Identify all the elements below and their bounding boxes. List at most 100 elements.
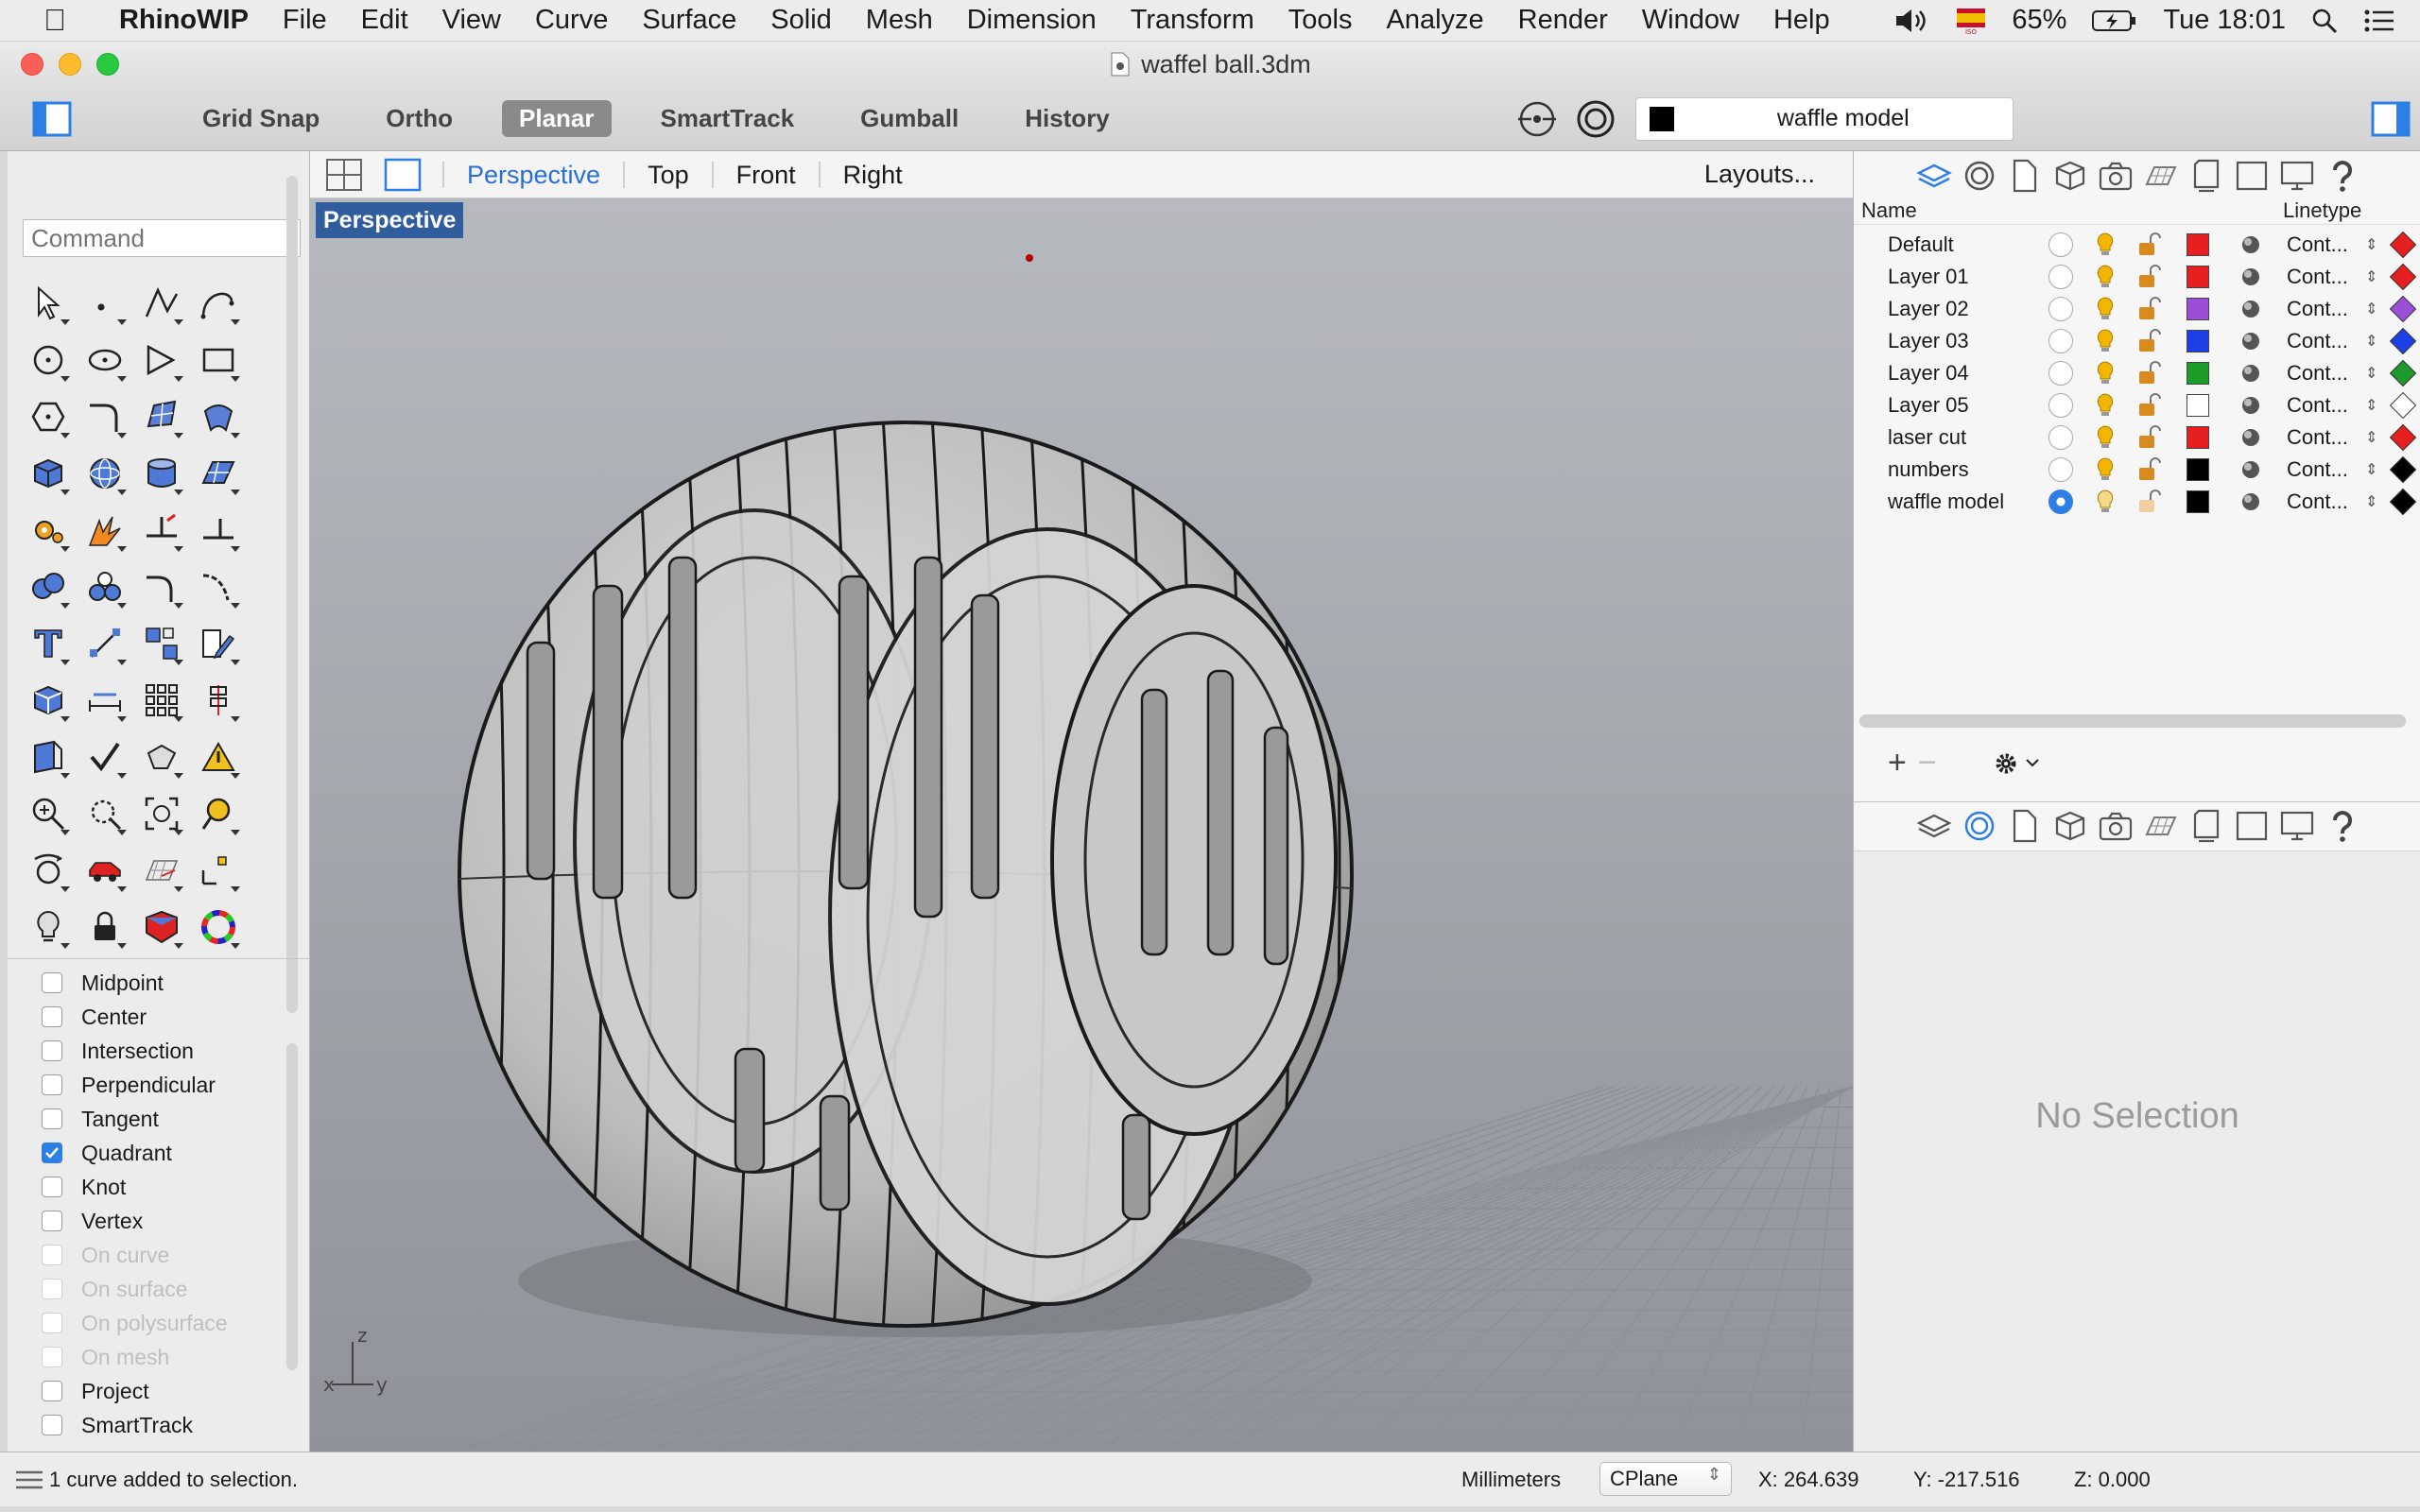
layer-linetype[interactable]: Cont... [2287, 232, 2348, 257]
osnap-checkbox[interactable] [42, 1381, 62, 1401]
layer-print-color-diamond[interactable] [2389, 391, 2417, 420]
notification-center-icon[interactable] [2363, 8, 2395, 34]
chevron-updown-icon[interactable]: ⇕ [2365, 332, 2377, 351]
layer-lock-icon[interactable] [2137, 232, 2162, 258]
layer-name[interactable]: Default [1888, 232, 1954, 257]
layer-row[interactable]: Layer 03 Cont... ⇕ [1854, 325, 2420, 357]
layer-material-icon[interactable] [2239, 490, 2262, 513]
named-views-camera-icon[interactable] [2098, 158, 2134, 194]
osnap-perpendicular[interactable]: Perpendicular [42, 1068, 278, 1102]
layer-visible-bulb-icon[interactable] [2094, 232, 2117, 258]
zoom-window-icon[interactable] [78, 786, 132, 841]
select-arrow-icon[interactable] [21, 276, 76, 331]
surface-from-points-icon[interactable] [134, 389, 189, 444]
layer-color-swatch[interactable] [2187, 233, 2209, 256]
osnap-tangent[interactable]: Tangent [42, 1102, 278, 1136]
layer-linetype[interactable]: Cont... [2287, 265, 2348, 289]
polygon-icon[interactable] [21, 389, 76, 444]
fillet-edge-icon[interactable] [134, 559, 189, 614]
tool-palette-scrollbar[interactable] [286, 176, 298, 1013]
grid-snap-toggle[interactable]: Grid Snap [185, 100, 337, 137]
document-properties-icon-lower[interactable] [2007, 808, 2043, 844]
layer-visible-bulb-icon[interactable] [2094, 360, 2117, 387]
layer-visible-bulb-icon[interactable] [2094, 456, 2117, 483]
layer-color-swatch[interactable] [2187, 426, 2209, 449]
mesh-plane-icon[interactable] [191, 446, 246, 501]
menu-file[interactable]: File [266, 5, 344, 36]
check-icon[interactable] [78, 730, 132, 784]
menu-view[interactable]: View [425, 5, 518, 36]
layer-color-swatch[interactable] [2187, 490, 2209, 513]
named-views-camera-icon-lower[interactable] [2098, 808, 2134, 844]
smarttrack-toggle[interactable]: SmartTrack [644, 100, 812, 137]
menu-surface[interactable]: Surface [625, 5, 753, 36]
text-icon[interactable] [21, 616, 76, 671]
chevron-updown-icon[interactable]: ⇕ [2365, 428, 2377, 447]
layer-material-icon[interactable] [2239, 266, 2262, 288]
boolean-union-icon[interactable] [21, 559, 76, 614]
menu-transform[interactable]: Transform [1114, 5, 1271, 36]
layer-material-icon[interactable] [2239, 330, 2262, 352]
layer-linetype[interactable]: Cont... [2287, 425, 2348, 450]
layer-color-swatch[interactable] [2187, 298, 2209, 320]
selected-point-marker[interactable] [1026, 254, 1033, 262]
planar-toggle[interactable]: Planar [502, 100, 612, 137]
menubar-clock[interactable]: Tue 18:01 [2163, 5, 2286, 36]
osnap-knot[interactable]: Knot [42, 1170, 278, 1204]
viewport-title-label[interactable]: Perspective [316, 202, 464, 238]
render-preview-icon[interactable] [134, 730, 189, 784]
layer-color-swatch[interactable] [2187, 330, 2209, 352]
remove-layer-icon[interactable]: − [1918, 745, 1937, 782]
layer-lock-icon[interactable] [2137, 264, 2162, 290]
menu-dimension[interactable]: Dimension [950, 5, 1114, 36]
cylinder-icon[interactable] [134, 446, 189, 501]
layer-name[interactable]: laser cut [1888, 425, 1966, 450]
layer-row[interactable]: Default Cont... ⇕ [1854, 229, 2420, 261]
properties-icon[interactable] [1962, 158, 1997, 194]
perspective-viewport[interactable]: z x y Perspective [310, 198, 1853, 1452]
layer-print-color-diamond[interactable] [2389, 295, 2417, 323]
walkabout-car-icon[interactable] [78, 843, 132, 898]
command-input[interactable] [23, 219, 301, 257]
display-monitor-icon-lower[interactable] [2279, 808, 2315, 844]
tab-front[interactable]: Front [711, 161, 819, 188]
current-layer-radio[interactable] [2048, 232, 2073, 257]
osnap-checkbox[interactable] [42, 1415, 62, 1435]
layer-name[interactable]: numbers [1888, 457, 1969, 482]
osnap-checkbox[interactable] [42, 1074, 62, 1095]
osnap-smarttrack[interactable]: SmartTrack [42, 1408, 278, 1442]
menu-analyze[interactable]: Analyze [1369, 5, 1500, 36]
osnap-checkbox[interactable] [42, 1211, 62, 1231]
layer-visible-bulb-icon[interactable] [2094, 264, 2117, 290]
material-icon[interactable] [134, 900, 189, 954]
curve-icon[interactable] [191, 276, 246, 331]
sidebar-toggle-left-icon[interactable] [32, 101, 72, 137]
sphere-icon[interactable] [78, 446, 132, 501]
current-layer-radio[interactable] [2048, 457, 2073, 482]
minimize-window-button[interactable] [59, 53, 81, 76]
display-mode-cube-icon-lower[interactable] [2052, 808, 2088, 844]
layer-name[interactable]: Layer 05 [1888, 393, 1969, 418]
record-history-icon[interactable] [1575, 98, 1616, 140]
layer-color-swatch[interactable] [2187, 266, 2209, 288]
spotlight-search-icon[interactable] [2310, 7, 2339, 35]
osnap-checkbox[interactable] [42, 1040, 62, 1061]
menu-edit[interactable]: Edit [344, 5, 425, 36]
layer-material-icon[interactable] [2239, 362, 2262, 385]
layer-print-color-diamond[interactable] [2389, 488, 2417, 516]
layer-row[interactable]: Layer 02 Cont... ⇕ [1854, 293, 2420, 325]
menu-help[interactable]: Help [1756, 5, 1847, 36]
layer-row[interactable]: laser cut Cont... ⇕ [1854, 421, 2420, 454]
layer-print-color-diamond[interactable] [2389, 423, 2417, 452]
zoom-extents-icon[interactable] [134, 786, 189, 841]
lock-icon[interactable] [78, 900, 132, 954]
history-toggle[interactable]: History [1008, 100, 1127, 137]
waffle-ball-model[interactable] [458, 416, 1354, 1332]
notes-icon[interactable] [2188, 158, 2224, 194]
layer-name[interactable]: Layer 01 [1888, 265, 1969, 289]
layer-linetype[interactable]: Cont... [2287, 329, 2348, 353]
ortho-toggle[interactable]: Ortho [369, 100, 470, 137]
apple-menu-icon[interactable]:  [36, 3, 74, 38]
chevron-updown-icon[interactable]: ⇕ [2365, 396, 2377, 415]
four-view-layout-icon[interactable] [325, 158, 363, 192]
